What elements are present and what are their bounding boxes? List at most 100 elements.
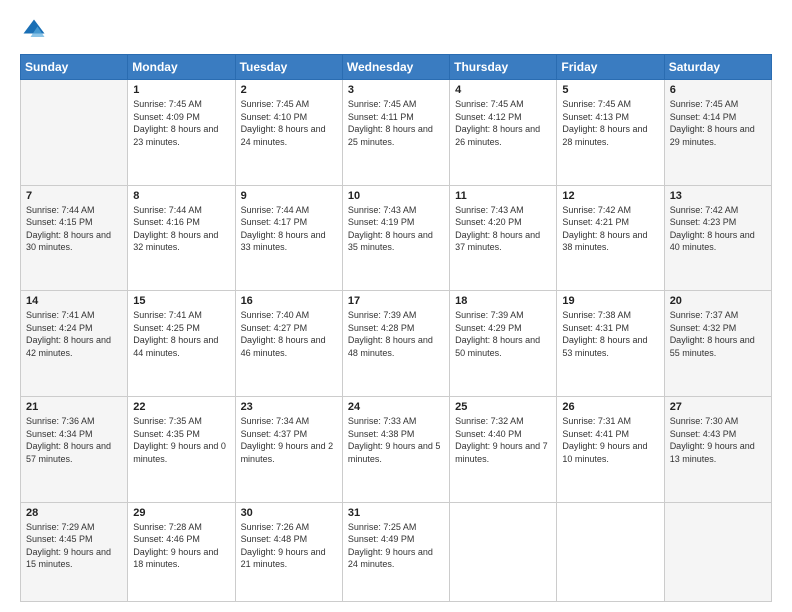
calendar-day-cell: 21 Sunrise: 7:36 AMSunset: 4:34 PMDayligh… bbox=[21, 396, 128, 502]
calendar-day-cell: 12 Sunrise: 7:42 AMSunset: 4:21 PMDayligh… bbox=[557, 185, 664, 291]
calendar-day-cell: 2Sunrise: 7:45 AMSunset: 4:10 PMDaylight… bbox=[235, 80, 342, 186]
calendar-day-cell: 23 Sunrise: 7:34 AMSunset: 4:37 PMDayligh… bbox=[235, 396, 342, 502]
day-info: Sunrise: 7:28 AMSunset: 4:46 PMDaylight:… bbox=[133, 521, 229, 571]
day-info: Sunrise: 7:34 AMSunset: 4:37 PMDaylight:… bbox=[241, 415, 337, 465]
calendar-week-row: 7 Sunrise: 7:44 AMSunset: 4:15 PMDaylight… bbox=[21, 185, 772, 291]
header bbox=[20, 16, 772, 44]
day-number: 20 bbox=[670, 295, 766, 307]
calendar-day-cell bbox=[664, 502, 771, 601]
calendar-week-row: 14 Sunrise: 7:41 AMSunset: 4:24 PMDayligh… bbox=[21, 291, 772, 397]
calendar-header-day: Saturday bbox=[664, 55, 771, 80]
day-info: Sunrise: 7:39 AMSunset: 4:29 PMDaylight:… bbox=[455, 309, 551, 359]
day-number: 24 bbox=[348, 401, 444, 413]
day-number: 1 bbox=[133, 84, 229, 96]
calendar-day-cell bbox=[21, 80, 128, 186]
calendar-day-cell: 19Sunrise: 7:38 AMSunset: 4:31 PMDayligh… bbox=[557, 291, 664, 397]
day-info: Sunrise: 7:40 AMSunset: 4:27 PMDaylight:… bbox=[241, 309, 337, 359]
calendar-day-cell: 10Sunrise: 7:43 AMSunset: 4:19 PMDayligh… bbox=[342, 185, 449, 291]
day-info: Sunrise: 7:45 AMSunset: 4:12 PMDaylight:… bbox=[455, 98, 551, 148]
page: SundayMondayTuesdayWednesdayThursdayFrid… bbox=[0, 0, 792, 612]
day-info: Sunrise: 7:29 AMSunset: 4:45 PMDaylight:… bbox=[26, 521, 122, 571]
day-info: Sunrise: 7:41 AMSunset: 4:24 PMDaylight:… bbox=[26, 309, 122, 359]
day-number: 15 bbox=[133, 295, 229, 307]
day-info: Sunrise: 7:42 AMSunset: 4:23 PMDaylight:… bbox=[670, 204, 766, 254]
calendar-week-row: 1 Sunrise: 7:45 AMSunset: 4:09 PMDaylight… bbox=[21, 80, 772, 186]
day-number: 5 bbox=[562, 84, 658, 96]
calendar-header-day: Wednesday bbox=[342, 55, 449, 80]
calendar-day-cell: 16 Sunrise: 7:40 AMSunset: 4:27 PMDayligh… bbox=[235, 291, 342, 397]
day-info: Sunrise: 7:25 AMSunset: 4:49 PMDaylight:… bbox=[348, 521, 444, 571]
day-number: 21 bbox=[26, 401, 122, 413]
day-number: 8 bbox=[133, 190, 229, 202]
calendar-day-cell: 22 Sunrise: 7:35 AMSunset: 4:35 PMDayligh… bbox=[128, 396, 235, 502]
day-number: 27 bbox=[670, 401, 766, 413]
day-number: 7 bbox=[26, 190, 122, 202]
calendar-day-cell: 15 Sunrise: 7:41 AMSunset: 4:25 PMDayligh… bbox=[128, 291, 235, 397]
calendar-day-cell bbox=[557, 502, 664, 601]
day-info: Sunrise: 7:41 AMSunset: 4:25 PMDaylight:… bbox=[133, 309, 229, 359]
calendar-header-day: Thursday bbox=[450, 55, 557, 80]
day-number: 29 bbox=[133, 507, 229, 519]
calendar-table: SundayMondayTuesdayWednesdayThursdayFrid… bbox=[20, 54, 772, 602]
calendar-day-cell: 6Sunrise: 7:45 AMSunset: 4:14 PMDaylight… bbox=[664, 80, 771, 186]
day-number: 23 bbox=[241, 401, 337, 413]
day-info: Sunrise: 7:38 AMSunset: 4:31 PMDaylight:… bbox=[562, 309, 658, 359]
calendar-header-day: Tuesday bbox=[235, 55, 342, 80]
calendar-day-cell: 9Sunrise: 7:44 AMSunset: 4:17 PMDaylight… bbox=[235, 185, 342, 291]
day-info: Sunrise: 7:26 AMSunset: 4:48 PMDaylight:… bbox=[241, 521, 337, 571]
calendar-day-cell: 24 Sunrise: 7:33 AMSunset: 4:38 PMDayligh… bbox=[342, 396, 449, 502]
calendar-header-row: SundayMondayTuesdayWednesdayThursdayFrid… bbox=[21, 55, 772, 80]
day-number: 12 bbox=[562, 190, 658, 202]
logo bbox=[20, 16, 52, 44]
day-info: Sunrise: 7:37 AMSunset: 4:32 PMDaylight:… bbox=[670, 309, 766, 359]
day-number: 18 bbox=[455, 295, 551, 307]
day-number: 31 bbox=[348, 507, 444, 519]
calendar-day-cell: 20 Sunrise: 7:37 AMSunset: 4:32 PMDayligh… bbox=[664, 291, 771, 397]
day-number: 6 bbox=[670, 84, 766, 96]
day-number: 22 bbox=[133, 401, 229, 413]
calendar-day-cell: 29 Sunrise: 7:28 AMSunset: 4:46 PMDayligh… bbox=[128, 502, 235, 601]
day-info: Sunrise: 7:42 AMSunset: 4:21 PMDaylight:… bbox=[562, 204, 658, 254]
calendar-week-row: 28 Sunrise: 7:29 AMSunset: 4:45 PMDayligh… bbox=[21, 502, 772, 601]
calendar-day-cell: 3 Sunrise: 7:45 AMSunset: 4:11 PMDaylight… bbox=[342, 80, 449, 186]
day-info: Sunrise: 7:43 AMSunset: 4:20 PMDaylight:… bbox=[455, 204, 551, 254]
calendar-day-cell: 25Sunrise: 7:32 AMSunset: 4:40 PMDayligh… bbox=[450, 396, 557, 502]
day-info: Sunrise: 7:35 AMSunset: 4:35 PMDaylight:… bbox=[133, 415, 229, 465]
day-number: 16 bbox=[241, 295, 337, 307]
calendar-header-day: Friday bbox=[557, 55, 664, 80]
day-number: 30 bbox=[241, 507, 337, 519]
calendar-day-cell: 31 Sunrise: 7:25 AMSunset: 4:49 PMDayligh… bbox=[342, 502, 449, 601]
day-number: 14 bbox=[26, 295, 122, 307]
calendar-day-cell bbox=[450, 502, 557, 601]
day-info: Sunrise: 7:36 AMSunset: 4:34 PMDaylight:… bbox=[26, 415, 122, 465]
day-info: Sunrise: 7:45 AMSunset: 4:09 PMDaylight:… bbox=[133, 98, 229, 148]
day-info: Sunrise: 7:45 AMSunset: 4:11 PMDaylight:… bbox=[348, 98, 444, 148]
calendar-day-cell: 5 Sunrise: 7:45 AMSunset: 4:13 PMDaylight… bbox=[557, 80, 664, 186]
day-info: Sunrise: 7:31 AMSunset: 4:41 PMDaylight:… bbox=[562, 415, 658, 465]
day-info: Sunrise: 7:39 AMSunset: 4:28 PMDaylight:… bbox=[348, 309, 444, 359]
day-info: Sunrise: 7:43 AMSunset: 4:19 PMDaylight:… bbox=[348, 204, 444, 254]
day-info: Sunrise: 7:32 AMSunset: 4:40 PMDaylight:… bbox=[455, 415, 551, 465]
calendar-day-cell: 18 Sunrise: 7:39 AMSunset: 4:29 PMDayligh… bbox=[450, 291, 557, 397]
day-number: 11 bbox=[455, 190, 551, 202]
calendar-day-cell: 28 Sunrise: 7:29 AMSunset: 4:45 PMDayligh… bbox=[21, 502, 128, 601]
day-number: 2 bbox=[241, 84, 337, 96]
calendar-day-cell: 26 Sunrise: 7:31 AMSunset: 4:41 PMDayligh… bbox=[557, 396, 664, 502]
calendar-day-cell: 11 Sunrise: 7:43 AMSunset: 4:20 PMDayligh… bbox=[450, 185, 557, 291]
calendar-week-row: 21 Sunrise: 7:36 AMSunset: 4:34 PMDayligh… bbox=[21, 396, 772, 502]
day-number: 26 bbox=[562, 401, 658, 413]
day-info: Sunrise: 7:44 AMSunset: 4:17 PMDaylight:… bbox=[241, 204, 337, 254]
day-number: 13 bbox=[670, 190, 766, 202]
calendar-day-cell: 4Sunrise: 7:45 AMSunset: 4:12 PMDaylight… bbox=[450, 80, 557, 186]
day-number: 3 bbox=[348, 84, 444, 96]
calendar-day-cell: 7 Sunrise: 7:44 AMSunset: 4:15 PMDaylight… bbox=[21, 185, 128, 291]
day-info: Sunrise: 7:45 AMSunset: 4:13 PMDaylight:… bbox=[562, 98, 658, 148]
calendar-day-cell: 14 Sunrise: 7:41 AMSunset: 4:24 PMDayligh… bbox=[21, 291, 128, 397]
logo-icon bbox=[20, 16, 48, 44]
calendar-day-cell: 8Sunrise: 7:44 AMSunset: 4:16 PMDaylight… bbox=[128, 185, 235, 291]
day-info: Sunrise: 7:44 AMSunset: 4:15 PMDaylight:… bbox=[26, 204, 122, 254]
calendar-header-day: Monday bbox=[128, 55, 235, 80]
day-info: Sunrise: 7:33 AMSunset: 4:38 PMDaylight:… bbox=[348, 415, 444, 465]
day-number: 28 bbox=[26, 507, 122, 519]
calendar-day-cell: 13 Sunrise: 7:42 AMSunset: 4:23 PMDayligh… bbox=[664, 185, 771, 291]
